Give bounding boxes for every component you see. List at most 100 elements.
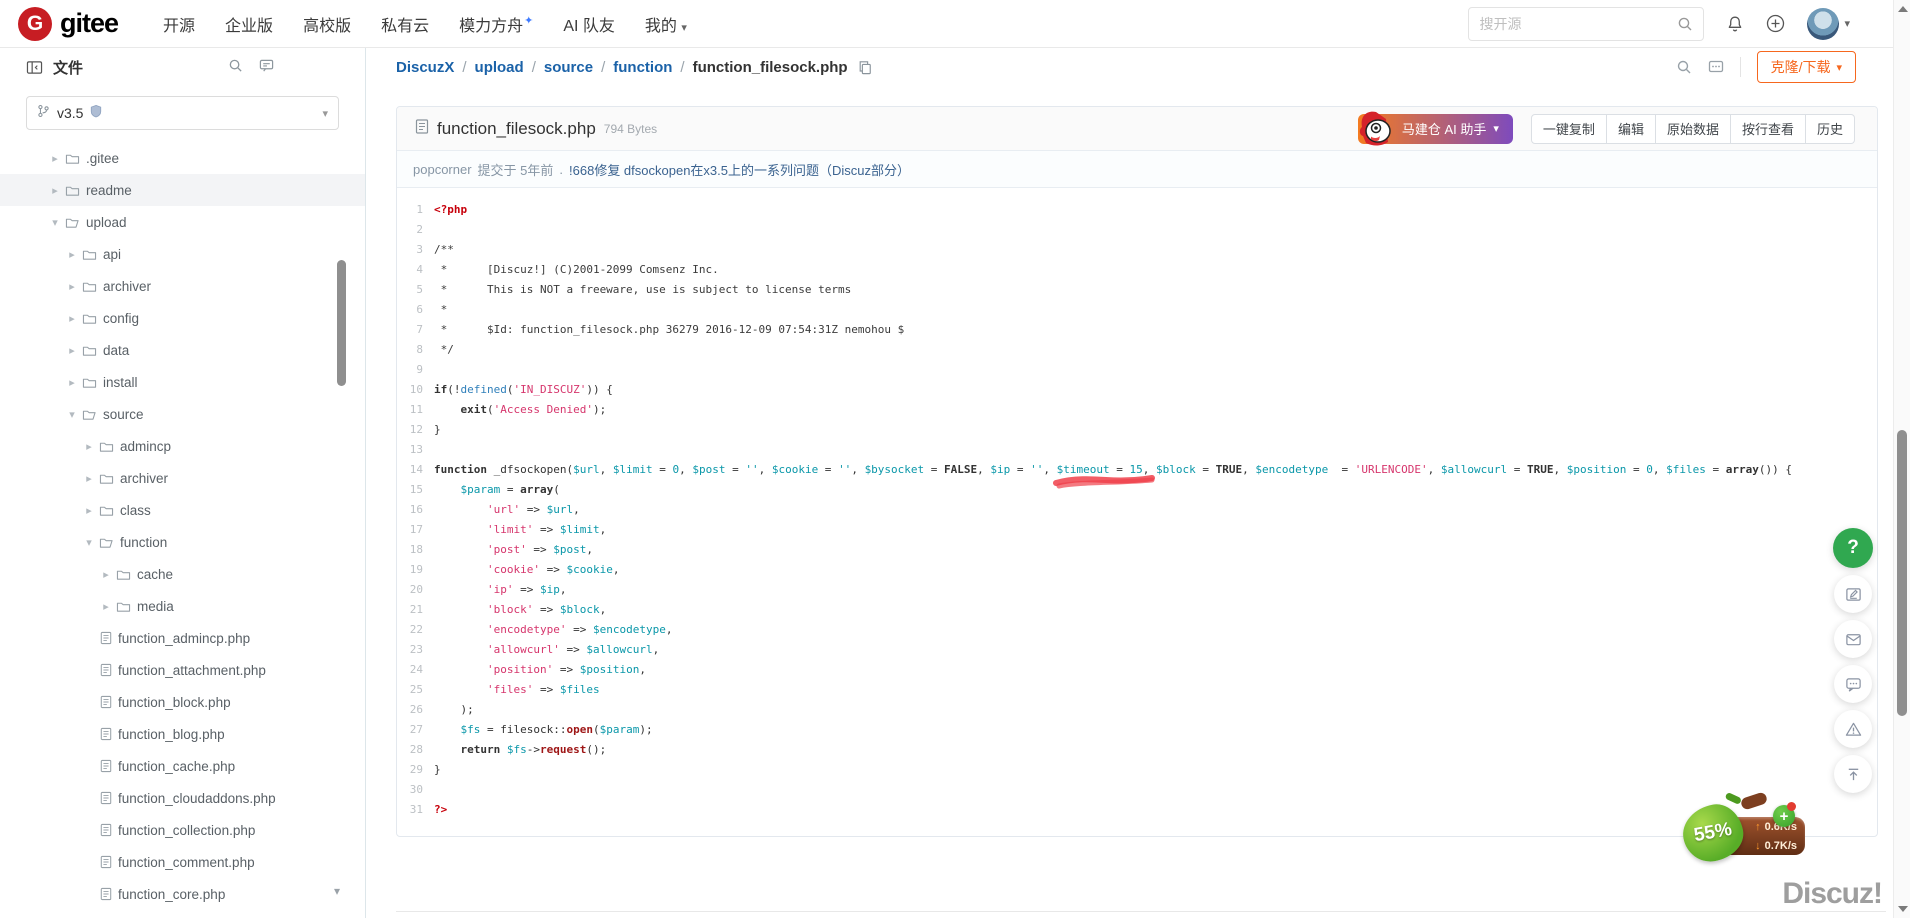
tree-folder-class[interactable]: ▸class (0, 494, 365, 526)
tree-file-function_cache.php[interactable]: function_cache.php (0, 750, 365, 782)
line-number[interactable]: 29 (397, 760, 423, 780)
line-number[interactable]: 24 (397, 660, 423, 680)
tree-folder-function[interactable]: ▾function (0, 526, 365, 558)
download-speed-widget[interactable]: ↑0.6K/s ↓0.7K/s 55% + (1683, 803, 1823, 865)
line-number[interactable]: 15 (397, 480, 423, 500)
tree-folder-archiver[interactable]: ▸archiver (0, 462, 365, 494)
line-number[interactable]: 18 (397, 540, 423, 560)
line-number[interactable]: 21 (397, 600, 423, 620)
nav-item-我的[interactable]: 我的 ▾ (630, 12, 702, 36)
nav-item-模力方舟[interactable]: 模力方舟✦ (444, 12, 548, 36)
tree-file-function_comment.php[interactable]: function_comment.php (0, 846, 365, 878)
user-menu[interactable]: ▾ (1807, 8, 1850, 40)
action-button-原始数据[interactable]: 原始数据 (1656, 114, 1731, 144)
search-icon[interactable] (1677, 16, 1693, 32)
tree-file-function_attachment.php[interactable]: function_attachment.php (0, 654, 365, 686)
ai-assistant-button[interactable]: 马建仓 AI 助手 ▾ (1358, 114, 1513, 144)
line-number[interactable]: 14 (397, 460, 423, 480)
line-number[interactable]: 1 (397, 200, 423, 220)
line-number[interactable]: 30 (397, 780, 423, 800)
line-number[interactable]: 9 (397, 360, 423, 380)
action-button-一键复制[interactable]: 一键复制 (1531, 114, 1607, 144)
comment-box-icon[interactable] (1708, 59, 1724, 75)
tree-folder-cache[interactable]: ▸cache (0, 558, 365, 590)
nav-item-高校版[interactable]: 高校版 (288, 12, 366, 36)
commit-author[interactable]: popcorner (413, 162, 472, 177)
line-number[interactable]: 19 (397, 560, 423, 580)
line-number[interactable]: 13 (397, 440, 423, 460)
battery-leaf-badge[interactable]: 55% (1679, 800, 1748, 866)
breadcrumb-link-upload[interactable]: upload (475, 59, 524, 76)
scrollbar-down-arrow[interactable] (1898, 906, 1908, 912)
chat-icon[interactable] (1834, 665, 1872, 703)
line-number[interactable]: 2 (397, 220, 423, 240)
breadcrumb-link-DiscuzX[interactable]: DiscuzX (396, 59, 454, 76)
commit-message-link[interactable]: !668修复 dfsockopen在x3.5上的一系列问题（Discuz部分） (569, 160, 910, 179)
action-button-历史[interactable]: 历史 (1806, 114, 1855, 144)
line-number[interactable]: 31 (397, 800, 423, 820)
avatar[interactable] (1807, 8, 1839, 40)
copy-path-icon[interactable] (858, 60, 872, 75)
line-number[interactable]: 23 (397, 640, 423, 660)
tree-file-function_core.php[interactable]: function_core.php (0, 878, 365, 910)
tree-folder-readme[interactable]: ▸readme (0, 174, 365, 206)
line-number[interactable]: 3 (397, 240, 423, 260)
line-number[interactable]: 27 (397, 720, 423, 740)
line-number[interactable]: 4 (397, 260, 423, 280)
action-button-编辑[interactable]: 编辑 (1607, 114, 1656, 144)
line-number[interactable]: 6 (397, 300, 423, 320)
nav-item-私有云[interactable]: 私有云 (366, 12, 444, 36)
sidebar-scrollbar-thumb[interactable] (337, 260, 346, 386)
page-scrollbar[interactable] (1893, 0, 1910, 918)
line-number[interactable]: 22 (397, 620, 423, 640)
search-input[interactable] (1479, 16, 1677, 32)
tree-folder-upload[interactable]: ▾upload (0, 206, 365, 238)
line-number[interactable]: 12 (397, 420, 423, 440)
create-new-plus-icon[interactable] (1766, 14, 1785, 33)
collapse-panel-icon[interactable] (26, 60, 43, 75)
tree-folder-data[interactable]: ▸data (0, 334, 365, 366)
feedback-edit-icon[interactable] (1834, 575, 1872, 613)
global-search[interactable] (1468, 7, 1704, 41)
action-button-按行查看[interactable]: 按行查看 (1731, 114, 1806, 144)
nav-item-AI 队友[interactable]: AI 队友 (548, 12, 630, 36)
line-number[interactable]: 7 (397, 320, 423, 340)
question-icon[interactable]: ? (1833, 528, 1873, 568)
tree-folder-.gitee[interactable]: ▸.gitee (0, 142, 365, 174)
gitee-logo[interactable]: G gitee (18, 7, 118, 41)
line-number[interactable]: 28 (397, 740, 423, 760)
nav-item-企业版[interactable]: 企业版 (210, 12, 288, 36)
line-number[interactable]: 16 (397, 500, 423, 520)
tree-folder-config[interactable]: ▸config (0, 302, 365, 334)
tree-folder-install[interactable]: ▸install (0, 366, 365, 398)
breadcrumb-link-function[interactable]: function (613, 59, 672, 76)
tree-folder-source[interactable]: ▾source (0, 398, 365, 430)
tree-folder-media[interactable]: ▸media (0, 590, 365, 622)
report-warning-icon[interactable] (1834, 710, 1872, 748)
scrollbar-thumb[interactable] (1897, 430, 1907, 716)
line-number[interactable]: 10 (397, 380, 423, 400)
scrollbar-up-arrow[interactable] (1898, 6, 1908, 12)
line-number[interactable]: 5 (397, 280, 423, 300)
line-number[interactable]: 17 (397, 520, 423, 540)
tree-scroll-down-icon[interactable]: ▾ (334, 884, 340, 898)
tree-file-function_collection.php[interactable]: function_collection.php (0, 814, 365, 846)
file-search-icon[interactable] (1676, 59, 1692, 75)
back-to-top-icon[interactable] (1834, 755, 1872, 793)
line-number[interactable]: 26 (397, 700, 423, 720)
tree-annotation-icon[interactable] (259, 58, 274, 78)
tree-search-icon[interactable] (228, 58, 243, 78)
clone-download-button[interactable]: 克隆/下载 ▾ (1757, 51, 1856, 83)
tree-folder-admincp[interactable]: ▸admincp (0, 430, 365, 462)
tree-folder-api[interactable]: ▸api (0, 238, 365, 270)
line-number[interactable]: 25 (397, 680, 423, 700)
line-number[interactable]: 11 (397, 400, 423, 420)
breadcrumb-link-source[interactable]: source (544, 59, 593, 76)
mail-icon[interactable] (1834, 620, 1872, 658)
tree-folder-archiver[interactable]: ▸archiver (0, 270, 365, 302)
tree-file-function_block.php[interactable]: function_block.php (0, 686, 365, 718)
tree-file-function_cloudaddons.php[interactable]: function_cloudaddons.php (0, 782, 365, 814)
line-number[interactable]: 8 (397, 340, 423, 360)
line-number[interactable]: 20 (397, 580, 423, 600)
branch-selector[interactable]: v3.5 ▾ (26, 96, 339, 130)
